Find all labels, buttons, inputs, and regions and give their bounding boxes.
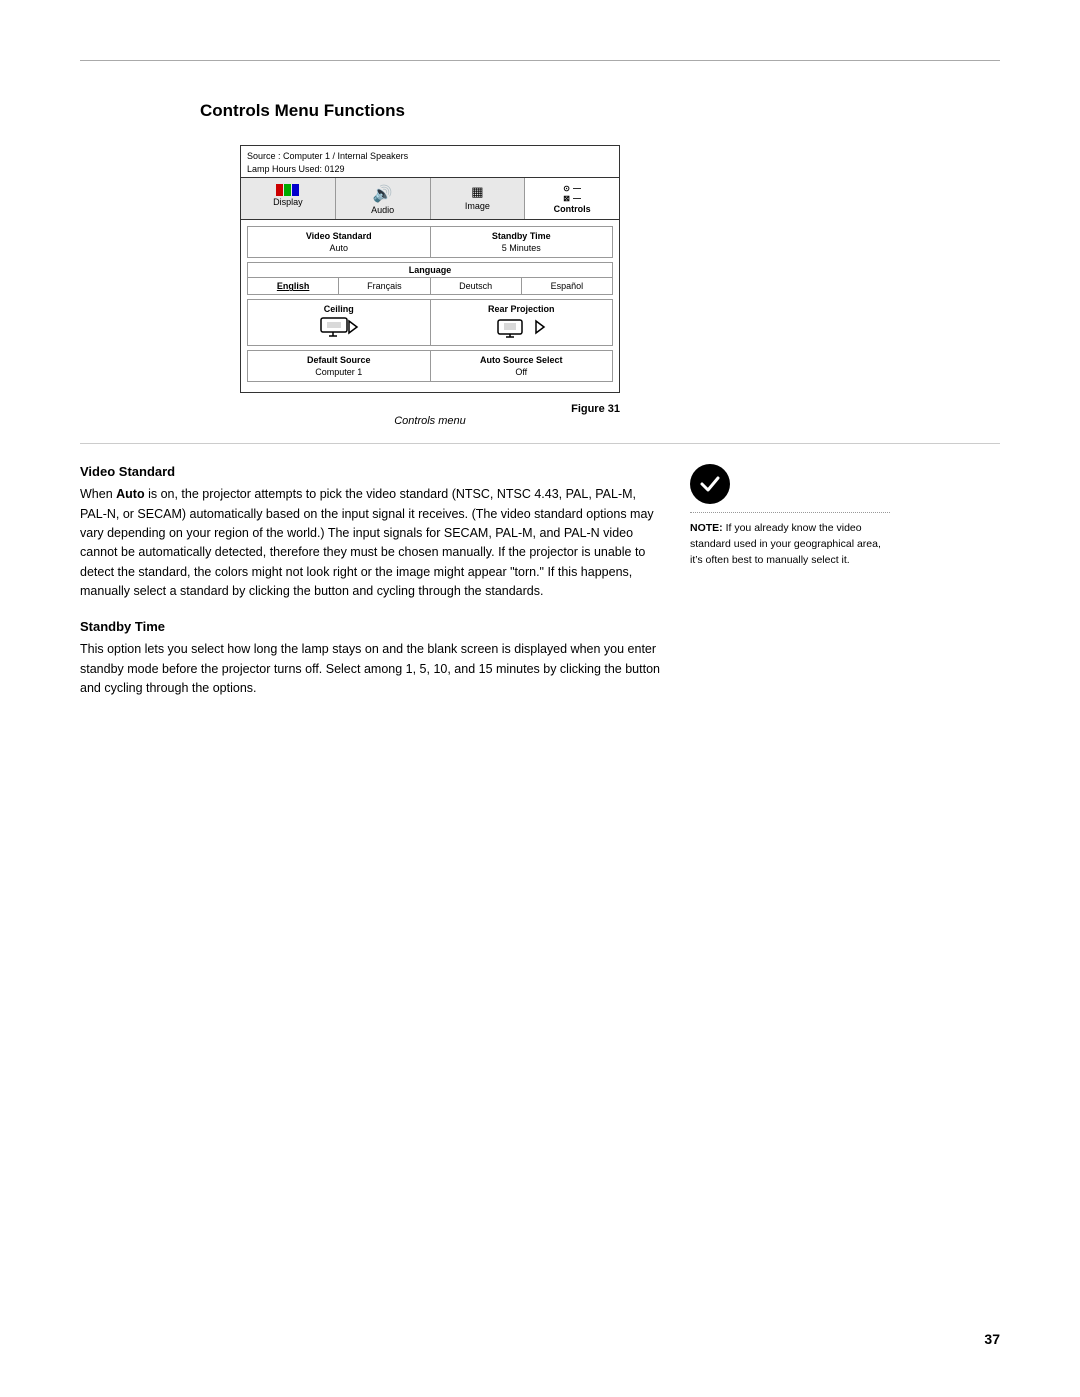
lang-btn-deutsch[interactable]: Deutsch	[431, 278, 522, 294]
tab-display-label: Display	[273, 197, 303, 207]
standby-time-heading: Standby Time	[80, 619, 660, 634]
tab-display[interactable]: Display	[241, 178, 336, 219]
tab-audio-label: Audio	[371, 205, 394, 215]
auto-source-value: Off	[437, 367, 607, 377]
section-title: Controls Menu Functions	[200, 101, 1000, 121]
audio-icon: 🔊	[338, 184, 428, 204]
default-source-value: Computer 1	[254, 367, 424, 377]
language-row: Language English Français Deutsch Españo…	[247, 262, 613, 295]
standby-time-body: This option lets you select how long the…	[80, 640, 660, 698]
auto-source-cell[interactable]: Auto Source Select Off	[431, 351, 613, 381]
menu-ui-content: Video Standard Auto Standby Time 5 Minut…	[241, 220, 619, 392]
standby-time-cell[interactable]: Standby Time 5 Minutes	[431, 227, 613, 257]
default-source-label: Default Source	[254, 355, 424, 365]
ceiling-label: Ceiling	[254, 304, 424, 314]
menu-ui-tabs: Display 🔊 Audio ▦ Image ⊙	[241, 178, 619, 220]
note-icon	[690, 464, 730, 504]
tab-audio[interactable]: 🔊 Audio	[336, 178, 431, 219]
standby-time-label: Standby Time	[437, 231, 607, 241]
sidebar-note: NOTE: If you already know the video stan…	[690, 464, 890, 716]
tab-image[interactable]: ▦ Image	[431, 178, 526, 219]
note-label: NOTE:	[690, 522, 723, 534]
lang-btn-espanol[interactable]: Español	[522, 278, 612, 294]
rear-projection-icon	[437, 316, 607, 341]
video-standard-label: Video Standard	[254, 231, 424, 241]
figure-label: Figure 31	[240, 403, 620, 415]
lang-btn-english[interactable]: English	[248, 278, 339, 294]
menu-row-bottom: Default Source Computer 1 Auto Source Se…	[247, 350, 613, 382]
figure-area: Figure 31 Controls menu	[240, 403, 620, 427]
tab-controls-label: Controls	[554, 204, 591, 214]
main-text: Video Standard When Auto is on, the proj…	[80, 464, 660, 716]
menu-ui-header: Source : Computer 1 / Internal Speakers …	[241, 146, 619, 178]
header-line1: Source : Computer 1 / Internal Speakers	[247, 150, 613, 163]
top-rule	[80, 60, 1000, 61]
tab-controls[interactable]: ⊙ — ⊠ — Controls	[525, 178, 619, 219]
video-standard-cell[interactable]: Video Standard Auto	[248, 227, 431, 257]
standby-time-value: 5 Minutes	[437, 243, 607, 253]
language-header: Language	[248, 263, 612, 278]
menu-row-icons: Ceiling Rear	[247, 299, 613, 346]
controls-icon: ⊙ — ⊠ —	[527, 184, 617, 203]
page-number: 37	[984, 1331, 1000, 1347]
tab-image-label: Image	[465, 201, 490, 211]
rear-projection-cell[interactable]: Rear Projection	[431, 300, 613, 345]
content-area: Video Standard When Auto is on, the proj…	[80, 464, 1000, 716]
section-divider	[80, 443, 1000, 444]
menu-row-1: Video Standard Auto Standby Time 5 Minut…	[247, 226, 613, 258]
image-icon: ▦	[433, 184, 523, 200]
checkmark-icon	[697, 471, 723, 497]
note-dots	[690, 512, 890, 513]
auto-bold: Auto	[116, 487, 144, 501]
ceiling-icon	[254, 316, 424, 341]
page-container: Controls Menu Functions Source : Compute…	[0, 0, 1080, 1397]
rear-projection-label: Rear Projection	[437, 304, 607, 314]
menu-ui-box: Source : Computer 1 / Internal Speakers …	[240, 145, 620, 393]
default-source-cell[interactable]: Default Source Computer 1	[248, 351, 431, 381]
video-standard-heading: Video Standard	[80, 464, 660, 479]
note-text: NOTE: If you already know the video stan…	[690, 521, 890, 568]
figure-caption: Controls menu	[240, 415, 620, 427]
ceiling-cell[interactable]: Ceiling	[248, 300, 431, 345]
video-standard-body: When Auto is on, the projector attempts …	[80, 485, 660, 601]
menu-ui-container: Source : Computer 1 / Internal Speakers …	[240, 145, 620, 393]
video-standard-value: Auto	[254, 243, 424, 253]
auto-source-label: Auto Source Select	[437, 355, 607, 365]
lang-btn-francais[interactable]: Français	[339, 278, 430, 294]
note-icon-area	[690, 464, 890, 504]
header-line2: Lamp Hours Used: 0129	[247, 163, 613, 176]
language-buttons: English Français Deutsch Español	[248, 278, 612, 294]
